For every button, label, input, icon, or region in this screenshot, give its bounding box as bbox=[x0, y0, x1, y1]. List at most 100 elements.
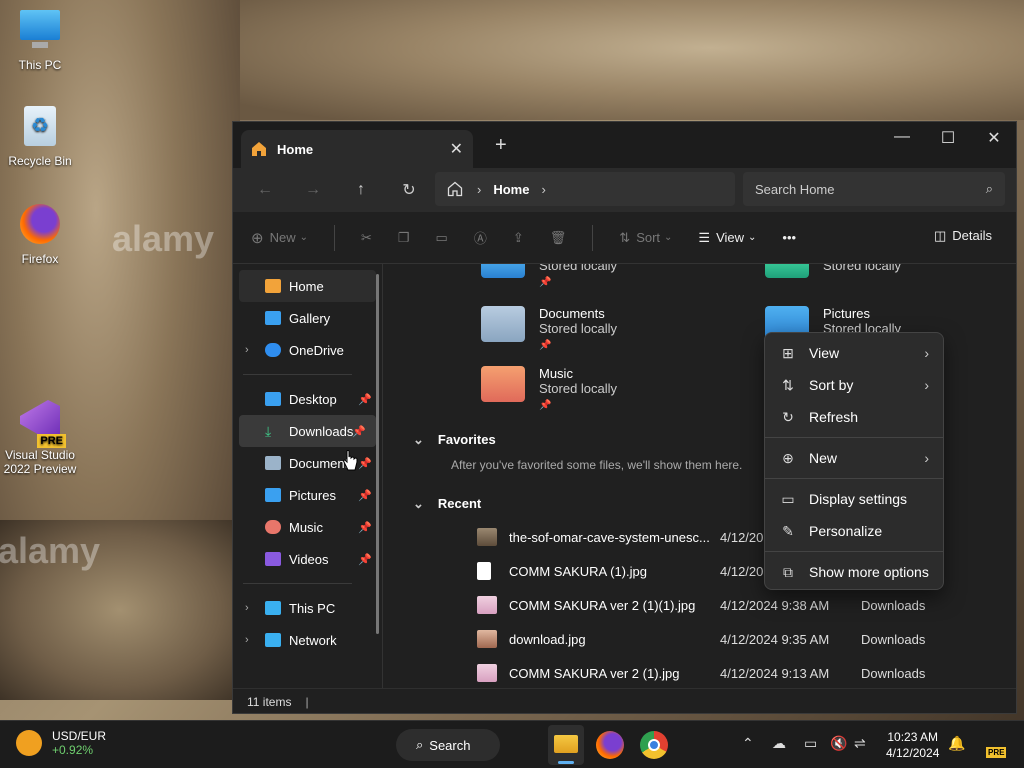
gallery-icon bbox=[265, 311, 281, 325]
forward-button[interactable]: → bbox=[289, 181, 337, 199]
desktop-icon-this-pc[interactable]: This PC bbox=[0, 10, 80, 72]
sidebar-item-label: Home bbox=[289, 278, 324, 294]
pin-icon[interactable]: 📌 bbox=[358, 553, 372, 566]
recent-header[interactable]: ⌄ Recent bbox=[413, 496, 481, 512]
divider bbox=[592, 224, 594, 251]
documents-folder-icon bbox=[481, 306, 525, 342]
quick-access-tile[interactable]: Stored locally 📌 bbox=[481, 264, 617, 288]
share-icon: ⇪ bbox=[512, 229, 524, 245]
image-file-icon bbox=[477, 562, 491, 580]
back-button[interactable]: ← bbox=[241, 181, 289, 199]
favorites-header[interactable]: ⌄ Favorites bbox=[413, 432, 496, 448]
more-options-button[interactable]: ••• bbox=[782, 230, 796, 245]
clock-date: 4/12/2024 bbox=[886, 746, 940, 760]
cut-button[interactable]: ✂ bbox=[361, 230, 372, 246]
image-thumbnail-icon bbox=[477, 664, 497, 682]
chevron-right-icon[interactable]: › bbox=[245, 634, 249, 646]
address-bar[interactable]: › Home › bbox=[435, 172, 735, 206]
menu-item-label: Refresh bbox=[809, 409, 859, 425]
chrome-taskbar-icon[interactable] bbox=[640, 731, 668, 759]
hand-cursor-icon bbox=[343, 450, 358, 471]
pin-icon[interactable]: 📌 bbox=[358, 457, 372, 470]
firefox-taskbar-icon[interactable] bbox=[596, 731, 624, 759]
notification-bell-icon[interactable]: 🔔 bbox=[948, 735, 965, 752]
sidebar-scrollbar[interactable] bbox=[376, 274, 379, 634]
chevron-right-icon[interactable]: › bbox=[245, 602, 249, 614]
table-row[interactable]: COMM SAKURA ver 2 (1)(1).jpg 4/12/2024 9… bbox=[477, 592, 997, 618]
share-button[interactable]: ⇪ bbox=[513, 230, 524, 246]
table-row[interactable]: download.jpg 4/12/2024 9:35 AM Downloads bbox=[477, 626, 997, 652]
rename-button[interactable]: Ⓐ bbox=[474, 228, 487, 247]
sidebar-item-downloads[interactable]: ⤓ Downloads 📌 bbox=[239, 415, 376, 447]
table-row[interactable]: COMM SAKURA ver 2 (1).jpg 4/12/2024 9:13… bbox=[477, 660, 997, 686]
sidebar-item-pictures[interactable]: Pictures 📌 bbox=[233, 479, 382, 511]
quick-access-tile-documents[interactable]: Documents Stored locally 📌 bbox=[481, 306, 617, 351]
sidebar-item-label: Downloads bbox=[289, 423, 354, 439]
chevron-right-icon[interactable]: › bbox=[245, 344, 249, 356]
menu-item-show-more-options[interactable]: ⧉ Show more options bbox=[765, 556, 943, 588]
pin-icon[interactable]: 📌 bbox=[358, 489, 372, 502]
new-tab-button[interactable]: + bbox=[495, 134, 507, 157]
view-button[interactable]: ☰ View ⌄ bbox=[698, 230, 756, 246]
sidebar-item-home[interactable]: Home bbox=[239, 270, 376, 302]
search-icon: ⌕ bbox=[416, 737, 424, 752]
sidebar-item-videos[interactable]: Videos 📌 bbox=[233, 543, 382, 575]
sidebar-item-this-pc[interactable]: › This PC bbox=[233, 592, 382, 624]
stock-widget[interactable]: USD/EUR +0.92% bbox=[16, 729, 106, 757]
volume-mute-icon[interactable]: 🔇 bbox=[830, 735, 847, 752]
tab-home[interactable]: Home ✕ bbox=[241, 130, 473, 168]
menu-item-new[interactable]: ⊕ New › bbox=[765, 442, 943, 474]
details-button[interactable]: ◫ Details bbox=[934, 228, 992, 244]
desktop-icon-recycle-bin[interactable]: ♻ Recycle Bin bbox=[0, 106, 80, 168]
file-explorer-taskbar-button[interactable] bbox=[548, 725, 584, 765]
minimize-button[interactable]: — bbox=[879, 128, 925, 146]
menu-item-sort-by[interactable]: ⇅ Sort by › bbox=[765, 369, 943, 401]
new-button[interactable]: ⊕ New ⌄ bbox=[251, 229, 308, 247]
search-input[interactable]: Search Home ⌕ bbox=[743, 172, 1005, 206]
display-icon[interactable]: ▭ bbox=[804, 735, 817, 752]
desktop-icon-firefox[interactable]: Firefox bbox=[0, 204, 80, 266]
delete-button[interactable]: 🗑 bbox=[550, 230, 567, 246]
quick-access-tile-music[interactable]: Music Stored locally 📌 bbox=[481, 366, 617, 411]
taskbar-search-button[interactable]: ⌕ Search bbox=[396, 729, 500, 761]
image-thumbnail-icon bbox=[477, 528, 497, 546]
pre-badge-icon: PRE bbox=[986, 747, 1007, 758]
breadcrumb-home[interactable]: Home bbox=[493, 182, 529, 197]
clock[interactable]: 10:23 AM 4/12/2024 bbox=[886, 729, 939, 761]
folder-icon bbox=[554, 735, 578, 753]
menu-item-display-settings[interactable]: ▭ Display settings bbox=[765, 483, 943, 515]
chevron-right-icon[interactable]: › bbox=[541, 182, 545, 197]
chevron-up-icon[interactable]: ⌃ bbox=[742, 735, 754, 752]
paste-button[interactable]: ▭ bbox=[436, 230, 448, 246]
network-icon[interactable]: ⇌ bbox=[854, 735, 866, 752]
pin-icon[interactable]: 📌 bbox=[352, 425, 366, 438]
tile-title: Music bbox=[539, 366, 573, 381]
title-bar: Home ✕ + — ☐ ✕ bbox=[233, 122, 1016, 168]
watermark: alamy bbox=[0, 530, 101, 571]
copy-button[interactable]: ❐ bbox=[398, 230, 410, 246]
sidebar-item-network[interactable]: › Network bbox=[233, 624, 382, 656]
sidebar-item-gallery[interactable]: Gallery bbox=[233, 302, 382, 334]
menu-item-refresh[interactable]: ↻ Refresh bbox=[765, 401, 943, 433]
clock-time: 10:23 AM bbox=[887, 730, 939, 744]
menu-item-personalize[interactable]: ✎ Personalize bbox=[765, 515, 943, 547]
pin-icon[interactable]: 📌 bbox=[358, 393, 372, 406]
quick-access-tile[interactable]: Stored locally bbox=[765, 264, 901, 278]
sidebar-item-label: Music bbox=[289, 519, 323, 535]
sidebar-item-onedrive[interactable]: › OneDrive bbox=[233, 334, 382, 366]
chevron-right-icon: › bbox=[924, 377, 929, 393]
up-button[interactable]: ↑ bbox=[337, 181, 385, 199]
close-window-button[interactable]: ✕ bbox=[971, 128, 1017, 148]
cloud-offline-icon[interactable]: ☁ bbox=[772, 735, 786, 752]
sidebar-item-desktop[interactable]: Desktop 📌 bbox=[233, 383, 382, 415]
refresh-button[interactable]: ↻ bbox=[385, 180, 433, 200]
maximize-button[interactable]: ☐ bbox=[925, 128, 971, 148]
menu-item-view[interactable]: ⊞ View › bbox=[765, 337, 943, 369]
pin-icon[interactable]: 📌 bbox=[358, 521, 372, 534]
sidebar-item-music[interactable]: Music 📌 bbox=[233, 511, 382, 543]
sidebar-item-documents[interactable]: Documents 📌 bbox=[233, 447, 382, 479]
sort-button[interactable]: ⇅ Sort ⌄ bbox=[619, 230, 672, 246]
chevron-right-icon: › bbox=[924, 450, 929, 466]
close-tab-icon[interactable]: ✕ bbox=[450, 139, 463, 159]
desktop-icon-visual-studio[interactable]: PRE Visual Studio 2022 Preview bbox=[0, 400, 80, 476]
